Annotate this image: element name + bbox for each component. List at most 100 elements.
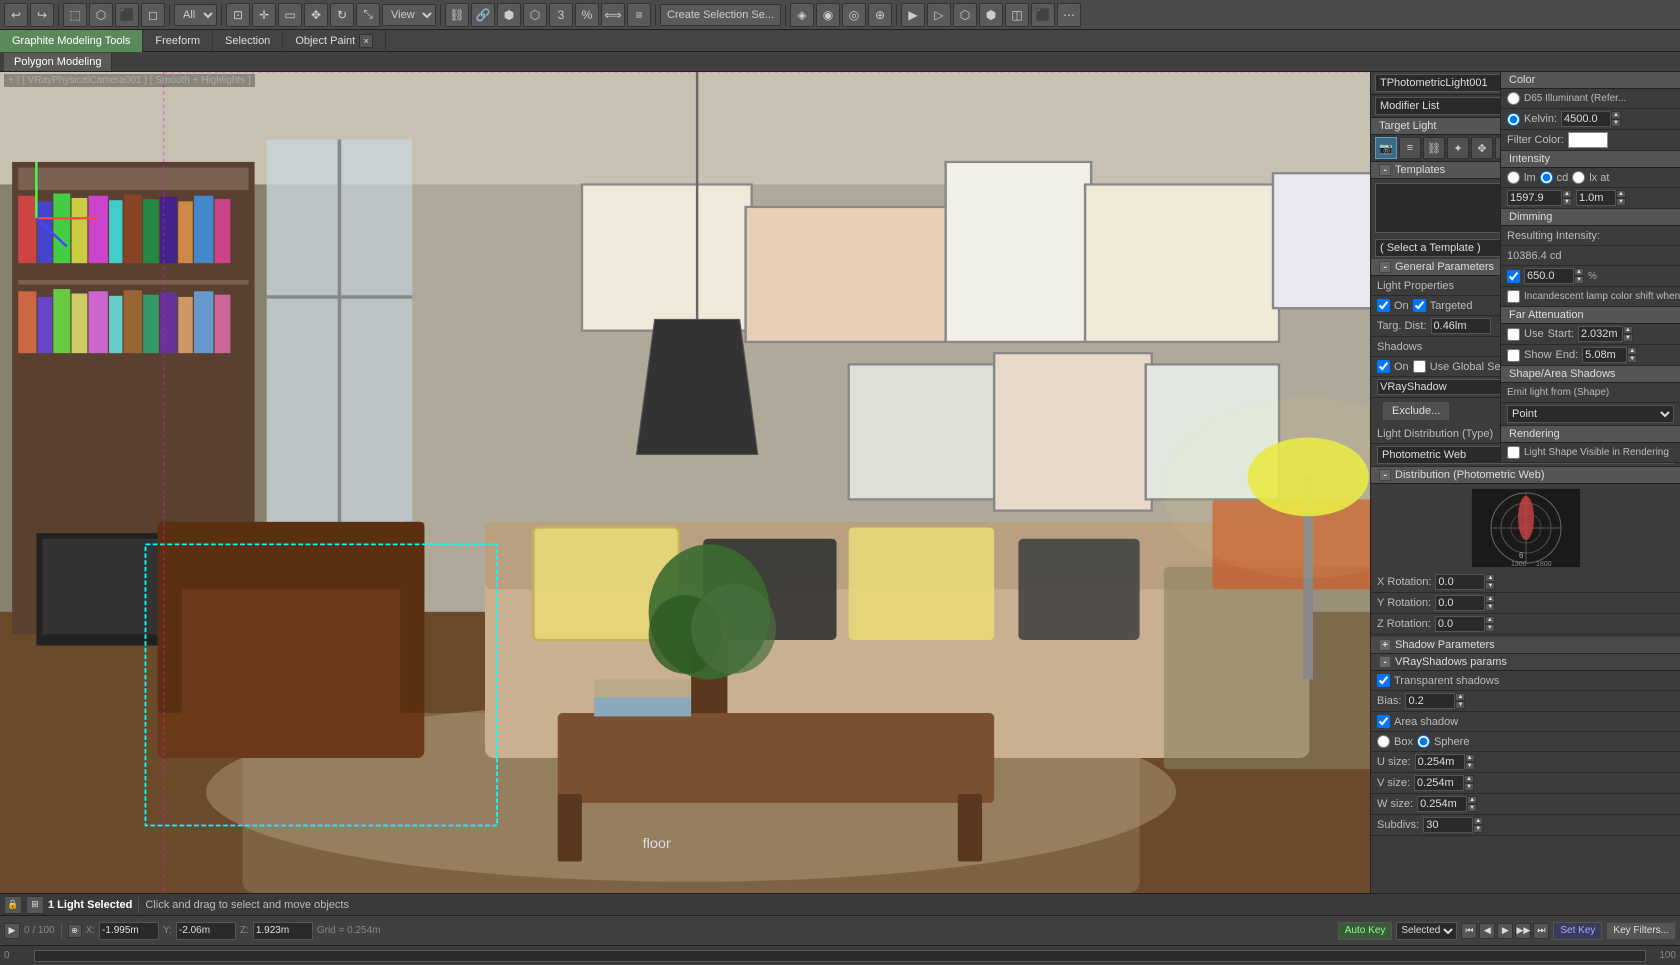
box-radio[interactable] [1377,735,1390,748]
tab-object-paint[interactable]: Object Paint × [283,30,386,52]
cd-radio[interactable] [1540,171,1553,184]
y-rotation-input[interactable] [1435,595,1485,611]
bias-input[interactable] [1405,693,1455,709]
lxat-radio[interactable] [1572,171,1585,184]
x-up-btn[interactable]: ▲ [1485,574,1495,582]
prev-btn[interactable]: ◀ [1479,923,1495,939]
transparent-shadows-checkbox[interactable] [1377,674,1390,687]
light-shape-visible-checkbox[interactable] [1507,446,1520,459]
w-size-input[interactable] [1417,796,1467,812]
u-size-input[interactable] [1415,754,1465,770]
exclude-btn[interactable]: Exclude... [1383,402,1449,420]
general-toggle[interactable]: - [1379,261,1391,273]
subdivs-input[interactable] [1423,817,1473,833]
lm-radio[interactable] [1507,171,1520,184]
snap-icon[interactable]: ⊕ [68,924,82,938]
sphere-radio[interactable] [1417,735,1430,748]
icon-camera-btn[interactable]: 📷 [1375,137,1397,159]
percent-btn[interactable]: % [575,3,599,27]
v-size-input[interactable] [1414,775,1464,791]
x-down-btn[interactable]: ▼ [1485,582,1495,590]
vrayshadows-header[interactable]: - VRayShadows params [1371,654,1680,671]
render6-btn[interactable]: ⬛ [1031,3,1055,27]
use-global-checkbox[interactable] [1413,360,1426,373]
far-start-input[interactable] [1578,326,1623,342]
obj-btn[interactable]: ⬢ [497,3,521,27]
play-icon[interactable]: ▶ [4,923,20,939]
emit-select[interactable]: Point [1507,405,1674,423]
u-down-btn[interactable]: ▼ [1465,762,1475,770]
shadows-on-checkbox[interactable] [1377,360,1390,373]
far-atten-header[interactable]: Far Attenuation [1501,307,1680,324]
undo-btn[interactable]: ↩ [4,3,28,27]
percent-checkbox[interactable] [1507,270,1520,283]
dimming-header[interactable]: Dimming [1501,209,1680,226]
render3-btn[interactable]: ⬡ [953,3,977,27]
bias-up-btn[interactable]: ▲ [1455,693,1465,701]
link-btn[interactable]: ⛓ [445,3,469,27]
w-down-btn[interactable]: ▼ [1467,804,1477,812]
scale-btn[interactable]: ⤡ [356,3,380,27]
shadow-params-toggle[interactable]: + [1379,639,1391,651]
tab-freeform[interactable]: Freeform [143,30,213,52]
intensity-up-btn[interactable]: ▲ [1562,190,1572,198]
icon-move-btn[interactable]: ✥ [1471,137,1493,159]
z-coord-input[interactable] [253,922,313,940]
v-up-btn[interactable]: ▲ [1464,775,1474,783]
viewport[interactable]: + | [ VRayPhysicalCamera001 ] [ Smooth +… [0,72,1370,893]
align-btn[interactable]: ≡ [627,3,651,27]
intensity-down-btn[interactable]: ▼ [1562,198,1572,206]
tab-graphite[interactable]: Graphite Modeling Tools [0,30,143,52]
unlink-btn[interactable]: 🔗 [471,3,495,27]
key-filters-btn[interactable]: Key Filters... [1606,922,1676,940]
create-selection-btn[interactable]: Create Selection Se... [660,4,781,26]
prev-frame-btn[interactable]: ⏮ [1461,923,1477,939]
at-up-btn[interactable]: ▲ [1616,190,1626,198]
v-down-btn[interactable]: ▼ [1464,783,1474,791]
close-tab-btn[interactable]: × [359,34,373,48]
subdivs-down-btn[interactable]: ▼ [1473,825,1483,833]
w-up-btn[interactable]: ▲ [1467,796,1477,804]
view-dropdown[interactable]: View [382,4,436,26]
pct-up-btn[interactable]: ▲ [1574,268,1584,276]
percent-input[interactable] [1524,268,1574,284]
snap1-btn[interactable]: ◈ [790,3,814,27]
y-coord-input[interactable] [176,922,236,940]
color-section-header[interactable]: Color [1501,72,1680,89]
auto-key-btn[interactable]: Auto Key [1338,922,1393,940]
far-show-checkbox[interactable] [1507,349,1520,362]
shadow-params-header[interactable]: + Shadow Parameters [1371,637,1680,654]
far-end-input[interactable] [1582,347,1627,363]
targeted-checkbox[interactable] [1413,299,1426,312]
fence-btn[interactable]: ◻ [141,3,165,27]
filter-btn[interactable]: ⬛ [115,3,139,27]
window-crossing-btn[interactable]: ⊡ [226,3,250,27]
render2-btn[interactable]: ▷ [927,3,951,27]
x-rotation-input[interactable] [1435,574,1485,590]
u-up-btn[interactable]: ▲ [1465,754,1475,762]
num3-btn[interactable]: 3 [549,3,573,27]
play-fwd-btn[interactable]: ▶ [1497,923,1513,939]
rotate-btn[interactable]: ↻ [330,3,354,27]
y-down-btn[interactable]: ▼ [1485,603,1495,611]
vrayshadows-toggle[interactable]: - [1379,656,1391,668]
dist-photo-header[interactable]: - Distribution (Photometric Web) [1371,467,1680,484]
fs-up-btn[interactable]: ▲ [1623,326,1633,334]
redo-btn[interactable]: ↪ [30,3,54,27]
select-btn[interactable]: ⬚ [63,3,87,27]
snap3-btn[interactable]: ◎ [842,3,866,27]
d65-radio[interactable] [1507,92,1520,105]
next-frame-btn[interactable]: ⏭ [1533,923,1549,939]
rendering-header[interactable]: Rendering [1501,426,1680,443]
kelvin-input[interactable] [1561,111,1611,127]
on-checkbox[interactable] [1377,299,1390,312]
select-move-btn[interactable]: ✛ [252,3,276,27]
icon-knot-btn[interactable]: ⛓ [1423,137,1445,159]
snap2-btn[interactable]: ◉ [816,3,840,27]
z-rotation-input[interactable] [1435,616,1485,632]
set-key-btn[interactable]: Set Key [1553,922,1602,940]
render5-btn[interactable]: ◫ [1005,3,1029,27]
fe-up-btn[interactable]: ▲ [1627,347,1637,355]
incandescent-checkbox[interactable] [1507,290,1520,303]
dist-toggle[interactable]: - [1379,469,1391,481]
